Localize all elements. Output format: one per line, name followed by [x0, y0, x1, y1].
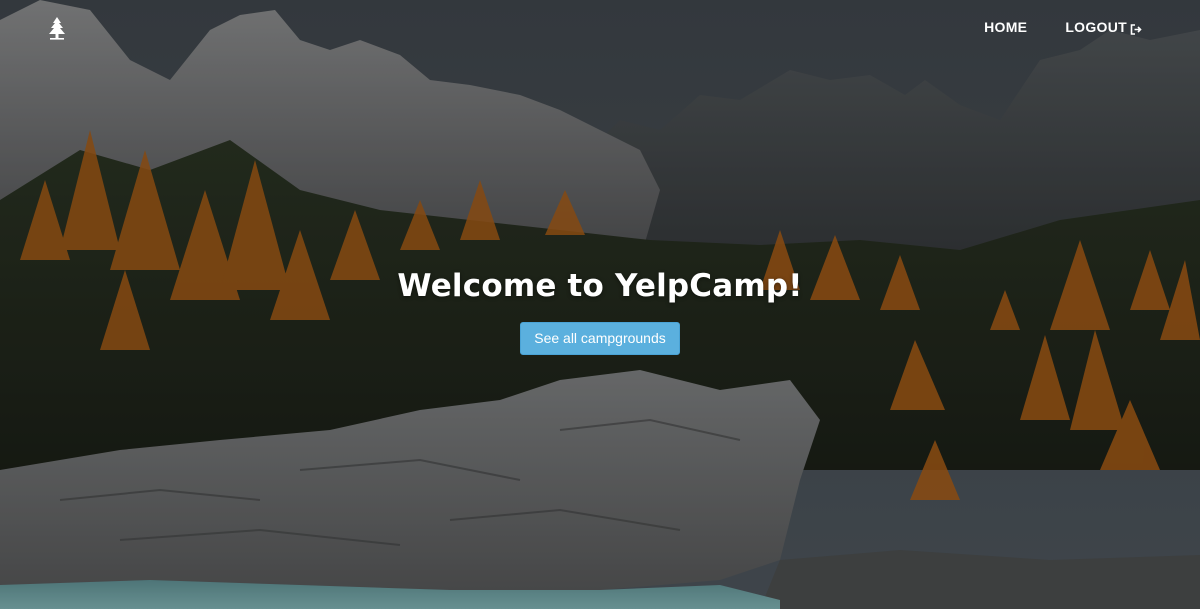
tree-icon-graphic: [49, 17, 65, 40]
hero-background: HOME LOGOUT Welcome to YelpCamp! See all…: [0, 0, 1200, 609]
tree-icon[interactable]: [46, 15, 68, 41]
nav-home-label: HOME: [984, 19, 1028, 35]
sign-out-icon: [1130, 22, 1142, 35]
navbar: HOME LOGOUT: [0, 0, 1200, 58]
nav-logout-label: LOGOUT: [1065, 19, 1127, 35]
welcome-title: Welcome to YelpCamp!: [397, 268, 803, 304]
nav-logout-link[interactable]: LOGOUT: [1065, 19, 1142, 35]
nav-home-link[interactable]: HOME: [984, 19, 1027, 35]
see-all-campgrounds-button[interactable]: See all campgrounds: [520, 322, 680, 355]
welcome-section: Welcome to YelpCamp! See all campgrounds: [0, 268, 1200, 355]
nav-links: HOME LOGOUT: [984, 19, 1142, 35]
